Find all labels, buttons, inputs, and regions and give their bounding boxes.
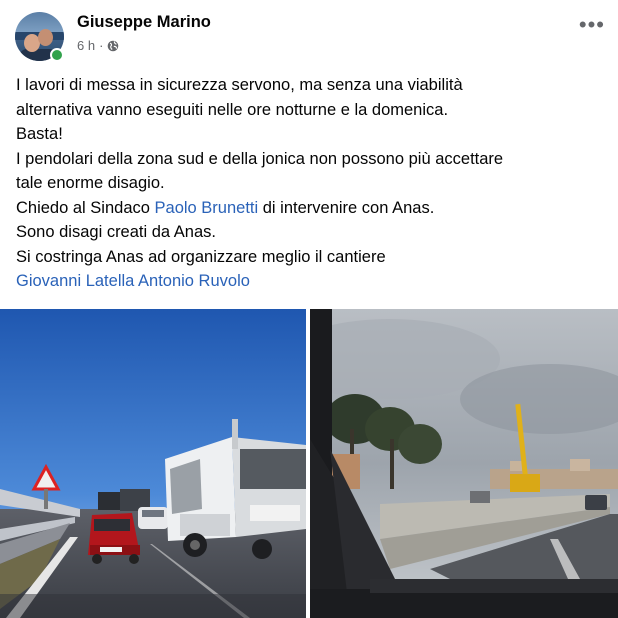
post-text: I lavori di messa in sicurezza servono, … xyxy=(16,73,606,294)
globe-icon[interactable] xyxy=(107,40,119,52)
post-line: Giovanni Latella Antonio Ruvolo xyxy=(16,269,606,294)
mention-link[interactable]: Paolo Brunetti xyxy=(155,199,259,217)
post-header: Giuseppe Marino 6 h · ••• xyxy=(15,10,605,62)
post-line: I lavori di messa in sicurezza servono, … xyxy=(16,76,463,94)
post-line: tale enorme disagio. xyxy=(16,174,165,192)
post-line: Si costringa Anas ad organizzare meglio … xyxy=(16,247,386,266)
photo-construction-site[interactable] xyxy=(310,309,618,618)
post-line: I pendolari della zona sud e della jonic… xyxy=(16,149,504,168)
post-line: Chiedo al Sindaco Paolo Brunetti di inte… xyxy=(16,196,606,221)
post-line: Sono disagi creati da Anas. xyxy=(16,223,216,241)
author-name[interactable]: Giuseppe Marino xyxy=(77,13,211,32)
mention-link[interactable]: Giovanni Latella xyxy=(16,272,134,290)
post-time[interactable]: 6 h xyxy=(77,38,95,53)
photo-traffic[interactable] xyxy=(0,309,306,618)
mention-link[interactable]: Antonio Ruvolo xyxy=(138,272,250,290)
photo-grid xyxy=(0,309,618,618)
post-line: Basta! xyxy=(16,125,63,143)
online-status-indicator xyxy=(50,48,64,62)
post-line-suffix: di intervenire con Anas. xyxy=(258,198,435,217)
post-meta: 6 h · xyxy=(77,38,119,53)
more-options-icon[interactable]: ••• xyxy=(579,14,605,36)
post-line: alternativa vanno eseguiti nelle ore not… xyxy=(16,100,449,119)
post-line-prefix: Chiedo al Sindaco xyxy=(16,198,155,217)
